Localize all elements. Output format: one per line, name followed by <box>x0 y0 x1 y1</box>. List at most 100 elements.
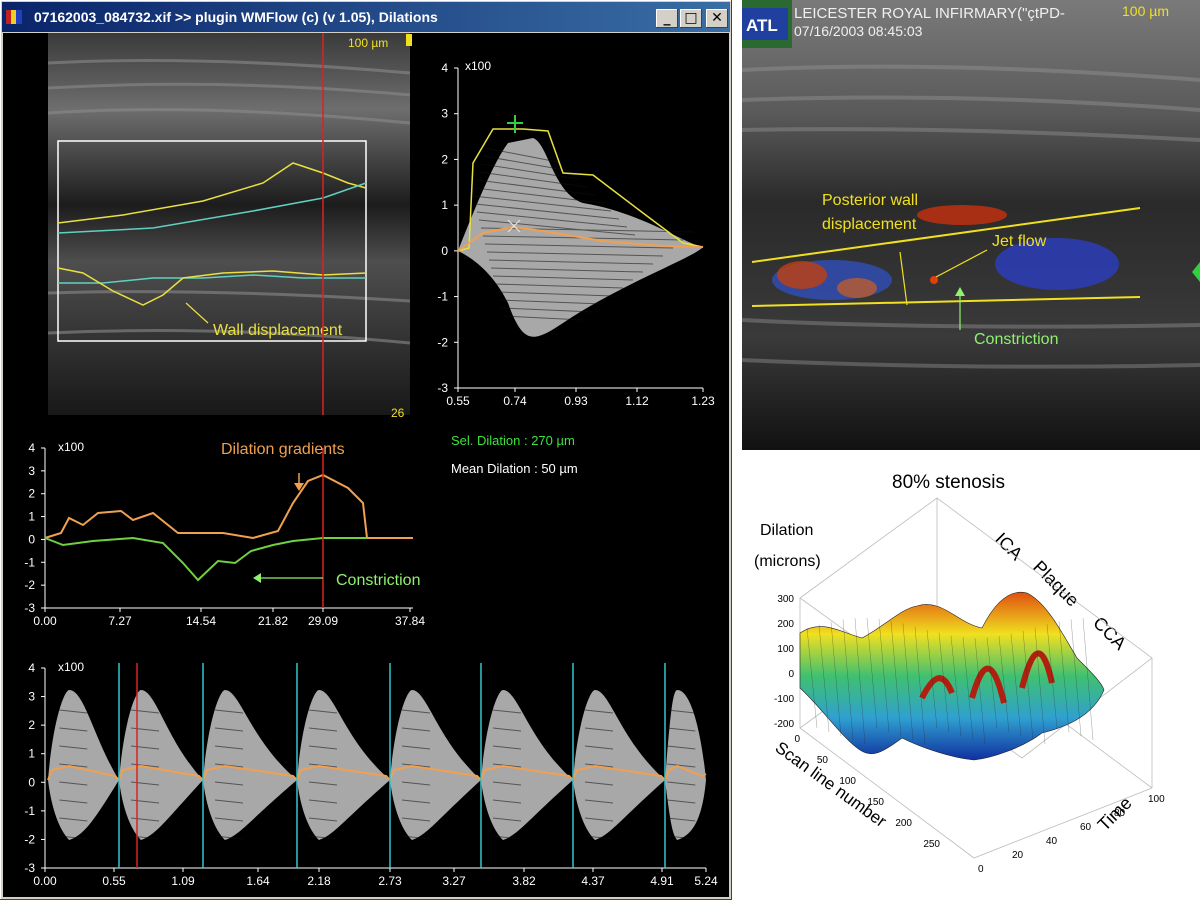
timeline-y-tick: -3 <box>24 861 35 875</box>
red-flow-region <box>917 205 1007 225</box>
jet-flow-label: Jet flow <box>992 233 1047 250</box>
dilation-profile-x-tick: 0.74 <box>503 394 527 408</box>
timeline-beat-trace <box>297 690 390 840</box>
dilation-profile-x-tick: 0.93 <box>564 394 588 408</box>
timeline-x-tick: 5.24 <box>694 874 718 888</box>
dilation-profile-y-tick: 1 <box>441 198 448 212</box>
region-label-ica: ICA <box>991 529 1026 564</box>
timeline-beat-trace <box>665 690 706 840</box>
timeline-y-tick: 4 <box>28 661 35 675</box>
dilation-gradient-line <box>44 473 413 540</box>
doppler-constriction-label: Constriction <box>974 331 1058 348</box>
timeline-y-tick: 0 <box>28 775 35 789</box>
gradient-x-tick: 0.00 <box>33 614 57 628</box>
bmode-image[interactable] <box>47 33 411 415</box>
x-axis-tick: 150 <box>867 797 884 808</box>
gradient-y-tick: 0 <box>28 532 35 546</box>
gradient-x-tick: 14.54 <box>186 614 216 628</box>
timeline-x-tick: 0.55 <box>102 874 126 888</box>
timeline-y-tick: -2 <box>24 832 35 846</box>
timeline-beat-trace <box>119 690 203 840</box>
timeline-beat-trace <box>203 690 297 840</box>
timeline-x-tick: 3.27 <box>442 874 466 888</box>
title-bar[interactable]: 07162003_084732.xif >> plugin WMFlow (c)… <box>2 2 730 32</box>
timeline-beat-trace <box>481 690 573 840</box>
atl-logo: ATL <box>746 16 778 35</box>
gradient-y-tick: -2 <box>24 578 35 592</box>
mean-dilation-text: Mean Dilation : 50 µm <box>451 461 578 476</box>
y-axis-tick: 40 <box>1046 836 1058 847</box>
gradient-x-tick: 21.82 <box>258 614 288 628</box>
stenosis-3d-plot: 80% stenosis Dilation (microns) ICA Plaq… <box>742 458 1200 900</box>
y-axis-tick: 80 <box>1114 808 1126 819</box>
gradient-y-tick: 2 <box>28 487 35 501</box>
timeline-x-tick: 4.91 <box>650 874 674 888</box>
z-axis-tick: 0 <box>788 669 794 680</box>
timeline-y-tick: 2 <box>28 718 35 732</box>
bmode-scale-label: 100 µm <box>348 36 388 50</box>
minimize-button[interactable]: _ <box>656 9 678 28</box>
x-axis-tick: 50 <box>817 755 829 766</box>
plugin-canvas: 100 µm Wall displacement 26 43210-1-2-3 … <box>24 33 718 888</box>
x-axis-tick: 0 <box>794 734 800 745</box>
dilation-surface <box>799 591 1105 761</box>
timeline-beat-trace <box>390 690 481 840</box>
timeline-y-tick: 1 <box>28 747 35 761</box>
y-axis-tick: 60 <box>1080 822 1092 833</box>
close-button[interactable]: ✕ <box>706 9 728 28</box>
dilation-profile-chart: 4 3 2 1 0 -1 -2 -3 0.55 0.74 0.93 1.12 1.23 x100 Se… <box>437 59 715 476</box>
dilation-multiplier: x100 <box>465 59 491 73</box>
region-label-cca: CCA <box>1089 613 1130 654</box>
plugin-window: 07162003_084732.xif >> plugin WMFlow (c)… <box>0 0 732 900</box>
dilation-gradients-label: Dilation gradients <box>221 441 345 458</box>
dilation-profile-y-tick: -1 <box>437 290 448 304</box>
x-axis-tick: 200 <box>895 818 912 829</box>
maximize-button[interactable]: □ <box>680 9 702 28</box>
z-axis-tick: -100 <box>774 694 794 705</box>
gradients-multiplier: x100 <box>58 440 84 454</box>
timeline-multiplier: x100 <box>58 660 84 674</box>
z-axis-tick: 200 <box>777 619 794 630</box>
scale-bar <box>406 34 412 46</box>
timeline-x-tick: 2.73 <box>378 874 402 888</box>
timeline-x-tick: 2.18 <box>307 874 331 888</box>
timeline-x-tick: 1.09 <box>171 874 195 888</box>
app-icon <box>6 10 22 24</box>
timeline-beat-trace <box>573 690 665 840</box>
dilation-gradients-chart: 4 3 2 1 0 -1 -2 -3 0.00 7.27 14.54 21.82 29.09 37.84… <box>24 440 425 628</box>
scan-datetime: 07/16/2003 08:45:03 <box>794 23 923 39</box>
timeline-y-tick: 3 <box>28 690 35 704</box>
y-axis-tick: 20 <box>1012 850 1024 861</box>
posterior-wall-label-1: Posterior wall <box>822 192 918 209</box>
timeline-y-tick: -1 <box>24 804 35 818</box>
sel-dilation-text: Sel. Dilation : 270 µm <box>451 433 575 448</box>
dilation-profile-y-tick: 4 <box>441 61 448 75</box>
timeline-x-tick: 4.37 <box>581 874 605 888</box>
z-axis-tick: -200 <box>774 719 794 730</box>
gradient-y-tick: -3 <box>24 601 35 615</box>
gradient-y-tick: 3 <box>28 464 35 478</box>
y-axis-tick: 0 <box>978 864 984 875</box>
gradient-x-tick: 7.27 <box>108 614 132 628</box>
z-axis-label-2: (microns) <box>754 553 821 570</box>
plugin-client-area: 100 µm Wall displacement 26 4 3 2 1 0 -1 -2 -3 … <box>3 33 729 897</box>
gradient-y-tick: 1 <box>28 510 35 524</box>
plot-title: 80% stenosis <box>892 472 1005 493</box>
constriction-label: Constriction <box>336 572 420 589</box>
timeline-x-tick: 0.00 <box>33 874 57 888</box>
z-axis-label-1: Dilation <box>760 522 813 539</box>
dilation-profile-y-tick: 2 <box>441 152 448 166</box>
dilation-profile-x-tick: 1.23 <box>691 394 715 408</box>
timeline-x-tick: 1.64 <box>246 874 270 888</box>
color-doppler-image: ATL LEICESTER ROYAL INFIRMARY("çtPD- 07/… <box>742 0 1200 450</box>
gradient-y-tick: 4 <box>28 441 35 455</box>
dilation-profile-x-tick: 1.12 <box>625 394 649 408</box>
gradient-x-tick: 29.09 <box>308 614 338 628</box>
y-axis-tick: 100 <box>1148 794 1165 805</box>
constriction-gradient-line <box>44 536 367 582</box>
dilation-profile-y-tick: 0 <box>441 244 448 258</box>
dilation-profile-y-tick: -3 <box>437 381 448 395</box>
x-axis-tick: 250 <box>923 839 940 850</box>
z-axis-tick: 300 <box>777 594 794 605</box>
window-title: 07162003_084732.xif >> plugin WMFlow (c)… <box>34 9 438 25</box>
